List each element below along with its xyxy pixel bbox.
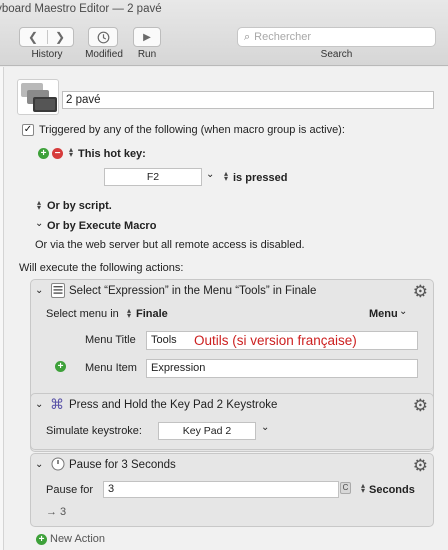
pause-result: → 3 <box>46 506 67 518</box>
search-label: Search <box>320 49 353 60</box>
script-updown-icon[interactable]: ▴ ▾ <box>35 199 43 213</box>
menu-title-value: Tools <box>151 334 177 346</box>
run-button[interactable]: ▶ <box>133 27 161 47</box>
action-pause[interactable]: ⌄ Pause for 3 Seconds ⚙ Pause for 3 C ▴ ▾… <box>30 453 434 527</box>
trigger-intro: Triggered by any of the following (when … <box>39 124 345 136</box>
action-press-hold-key[interactable]: ⌄ ⌘ Press and Hold the Key Pad 2 Keystro… <box>30 393 434 450</box>
keystroke-field[interactable]: Key Pad 2 <box>158 422 256 440</box>
menu-list-icon <box>51 283 65 298</box>
trigger-checkbox[interactable]: ✓ <box>22 124 34 136</box>
search-input[interactable] <box>254 31 425 43</box>
collapse-chevron-icon[interactable]: ⌄ <box>35 399 43 410</box>
menu-item-field[interactable]: Expression <box>146 359 418 378</box>
search-field[interactable]: ⌕ <box>237 27 436 47</box>
clock-icon <box>97 31 109 43</box>
checkbox-check-icon: ✓ <box>23 124 33 135</box>
hotkey-label: This hot key: <box>78 148 146 160</box>
app-updown-icon[interactable]: ▴ ▾ <box>125 307 133 321</box>
pause-unit[interactable]: Seconds <box>369 484 415 496</box>
pause-timer-icon <box>51 457 65 471</box>
menu-dropdown[interactable]: Menu <box>369 308 398 320</box>
segment-divider <box>47 30 48 44</box>
run-label: Run <box>137 49 157 60</box>
pause-label: Pause for <box>46 484 94 496</box>
hotkey-field[interactable]: F2 <box>104 168 202 186</box>
macro-keyboard-icon <box>21 83 57 112</box>
add-icon[interactable]: + <box>55 361 66 372</box>
collapse-chevron-icon[interactable]: ⌄ <box>35 459 43 470</box>
target-app[interactable]: Finale <box>136 308 168 320</box>
french-annotation: Outils (si version française) <box>194 333 357 348</box>
action-title: Select “Expression” in the Menu “Tools” … <box>69 285 317 297</box>
modified-label: Modified <box>85 49 123 60</box>
hotkey-state-updown-icon[interactable]: ▴ ▾ <box>222 170 230 184</box>
new-action-label[interactable]: New Action <box>50 533 105 545</box>
macro-editor: 2 pavé ✓ Triggered by any of the followi… <box>0 67 448 550</box>
gear-icon[interactable]: ⚙ <box>413 282 428 302</box>
unit-updown-icon[interactable]: ▴ ▾ <box>359 482 367 496</box>
web-server-note: Or via the web server but all remote acc… <box>35 239 305 251</box>
history-segmented-control: ❮ ❯ <box>19 27 74 47</box>
play-icon: ▶ <box>143 31 151 43</box>
editor-gutter <box>0 67 4 550</box>
search-icon: ⌕ <box>244 30 251 43</box>
menu-title-label: Menu Title <box>85 334 136 346</box>
modified-button[interactable] <box>88 27 118 47</box>
menu-dropdown-chevron-icon[interactable]: ⌄ <box>399 306 407 317</box>
window-toolbar: Keyboard Maestro Editor — 2 pavé ❮ ❯ His… <box>0 0 448 66</box>
history-label: History <box>31 49 63 60</box>
gear-icon[interactable]: ⚙ <box>413 396 428 416</box>
select-menu-label: Select menu in <box>46 308 119 320</box>
window-title: Keyboard Maestro Editor — 2 pavé <box>0 3 162 15</box>
will-execute-label: Will execute the following actions: <box>19 262 184 274</box>
add-trigger-icon[interactable]: + <box>38 148 49 159</box>
collapse-chevron-icon[interactable]: ⌄ <box>35 285 43 296</box>
macro-icon-well[interactable] <box>17 79 59 115</box>
or-by-execute-macro[interactable]: Or by Execute Macro <box>47 220 156 232</box>
execute-macro-chevron-icon[interactable]: ⌄ <box>35 218 43 229</box>
macro-name-field[interactable]: 2 pavé <box>62 91 434 109</box>
calculator-badge[interactable]: C <box>340 482 351 494</box>
or-by-script[interactable]: Or by script. <box>47 200 112 212</box>
remove-trigger-icon[interactable]: − <box>52 148 63 159</box>
keystroke-dropdown-icon[interactable]: ⌄ <box>261 422 269 433</box>
action-title: Press and Hold the Key Pad 2 Keystroke <box>69 399 278 411</box>
gear-icon[interactable]: ⚙ <box>413 456 428 476</box>
simulate-label: Simulate keystroke: <box>46 425 142 437</box>
hotkey-state[interactable]: is pressed <box>233 172 287 184</box>
pause-duration-field[interactable]: 3 <box>103 481 339 498</box>
action-title: Pause for 3 Seconds <box>69 459 176 471</box>
hotkey-dropdown-icon[interactable]: ⌄ <box>206 169 214 180</box>
menu-title-field[interactable]: Tools Outils (si version française) <box>146 331 418 350</box>
forward-icon[interactable]: ❯ <box>55 30 65 44</box>
new-action-add-icon[interactable]: + <box>36 534 47 545</box>
command-key-icon: ⌘ <box>50 396 64 412</box>
trigger-type-updown-icon[interactable]: ▴ ▾ <box>67 146 75 160</box>
menu-item-label: Menu Item <box>85 362 137 374</box>
back-icon[interactable]: ❮ <box>28 30 38 44</box>
